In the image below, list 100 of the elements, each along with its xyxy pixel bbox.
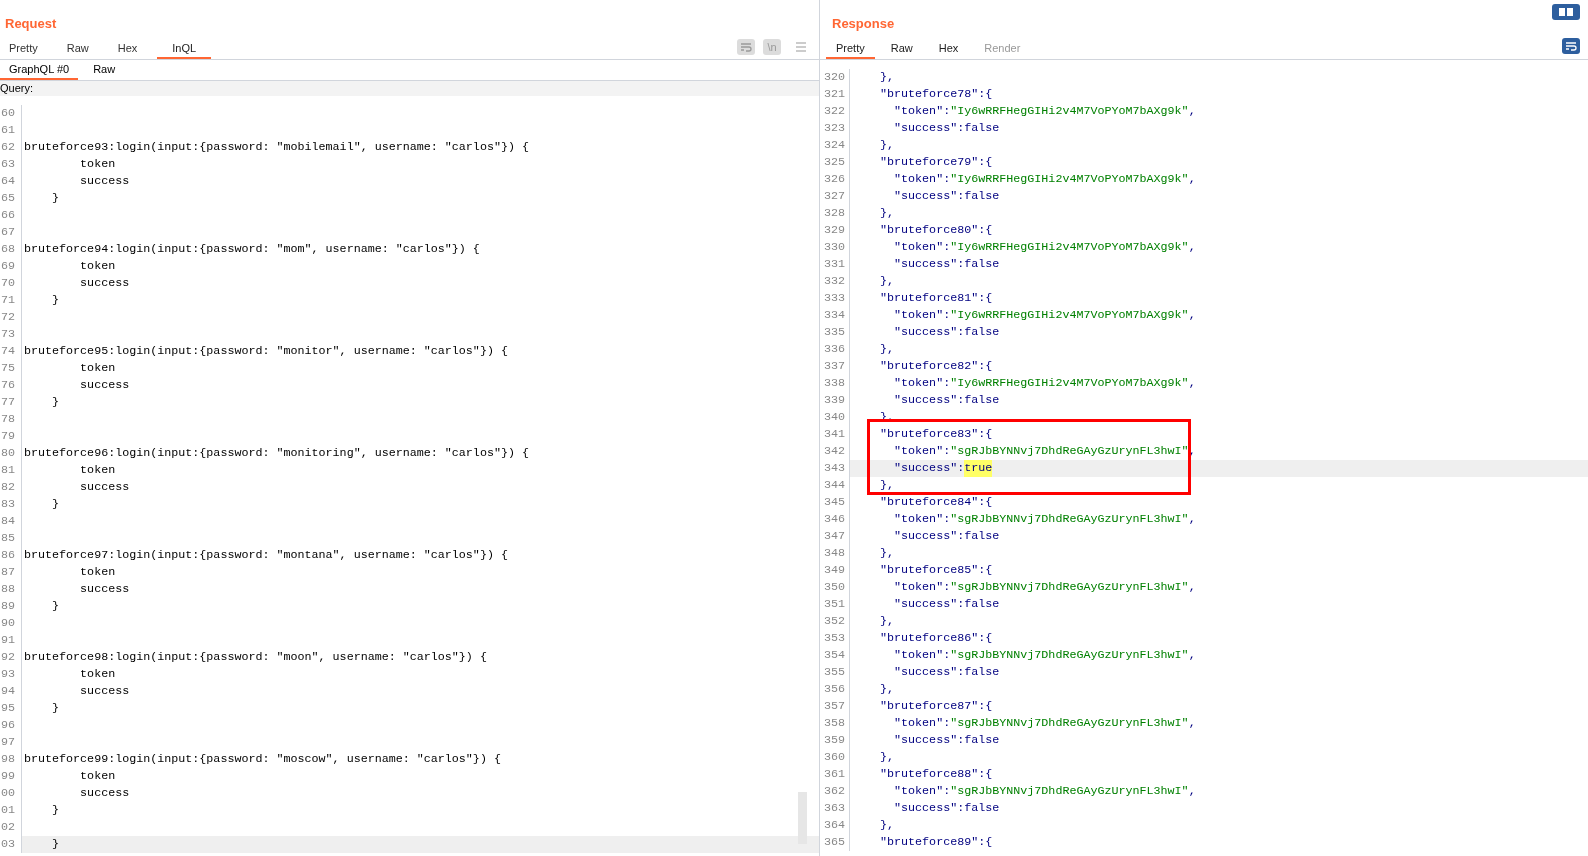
code-line: } <box>51 803 60 817</box>
json-key: "success": <box>866 460 965 477</box>
json-key: "success": <box>866 596 965 613</box>
code-line: } <box>51 395 60 409</box>
menu-icon[interactable] <box>795 42 807 52</box>
json-punctuation: }, <box>879 749 895 766</box>
json-punctuation: :{ <box>978 698 993 715</box>
line-number: 84 <box>1 514 16 528</box>
json-punctuation: :{ <box>978 834 993 851</box>
json-value: false <box>964 800 1000 817</box>
json-punctuation: , <box>1188 443 1196 460</box>
json-key: "token": <box>866 715 951 732</box>
line-number: 74 <box>1 344 16 358</box>
json-key: "token": <box>866 171 951 188</box>
line-number: 332 <box>823 274 845 288</box>
tab[interactable]: Raw <box>880 39 923 59</box>
line-number: 61 <box>1 123 16 137</box>
panel-title: Response <box>832 15 895 33</box>
json-key: "token": <box>866 239 951 256</box>
line-number: 356 <box>823 682 845 696</box>
line-number: 326 <box>823 172 845 186</box>
json-punctuation: , <box>1188 171 1196 188</box>
json-value: false <box>964 596 1000 613</box>
line-number: 76 <box>1 378 16 392</box>
json-punctuation: :{ <box>978 630 993 647</box>
json-key: "bruteforce84" <box>866 494 979 511</box>
line-number: 66 <box>1 208 16 222</box>
line-number: 78 <box>1 412 16 426</box>
json-punctuation: }, <box>879 341 895 358</box>
line-number: 322 <box>823 104 845 118</box>
line-number: 03 <box>1 837 16 851</box>
line-number: 79 <box>1 429 16 443</box>
line-number: 87 <box>1 565 16 579</box>
line-number: 337 <box>823 359 845 373</box>
json-key: "bruteforce88" <box>866 766 979 783</box>
layout-toggle-icon[interactable] <box>1552 4 1580 20</box>
json-string: "sgRJbBYNNvj7DhdReGAyGzUrynFL3hwI" <box>950 715 1189 732</box>
line-number: 320 <box>823 70 845 84</box>
json-key: "bruteforce82" <box>866 358 979 375</box>
line-number: 86 <box>1 548 16 562</box>
line-number: 80 <box>1 446 16 460</box>
line-number: 71 <box>1 293 16 307</box>
line-number: 82 <box>1 480 16 494</box>
json-key: "token": <box>866 511 951 528</box>
json-key: "bruteforce89" <box>866 834 979 851</box>
json-punctuation: :{ <box>978 86 993 103</box>
json-key: "success": <box>866 188 965 205</box>
line-number: 346 <box>823 512 845 526</box>
line-number: 72 <box>1 310 16 324</box>
tab[interactable]: Hex <box>108 39 158 59</box>
line-number: 341 <box>823 427 845 441</box>
line-number: 75 <box>1 361 16 375</box>
line-number: 96 <box>1 718 16 732</box>
json-key: "bruteforce86" <box>866 630 979 647</box>
panel-title: Request <box>5 15 57 33</box>
tab[interactable]: Raw <box>78 61 131 80</box>
json-key: "token": <box>866 443 951 460</box>
line-number: 64 <box>1 174 16 188</box>
code-line: token <box>79 667 116 681</box>
json-punctuation: :{ <box>978 562 993 579</box>
line-number: 90 <box>1 616 16 630</box>
line-number: 347 <box>823 529 845 543</box>
line-number: 345 <box>823 495 845 509</box>
line-number: 349 <box>823 563 845 577</box>
tab[interactable]: InQL <box>157 39 212 59</box>
line-number: 362 <box>823 784 845 798</box>
json-key: "bruteforce87" <box>866 698 979 715</box>
wrap-lines-icon[interactable] <box>1562 38 1580 54</box>
line-number: 60 <box>1 106 16 120</box>
tab[interactable]: Hex <box>928 39 969 59</box>
json-value: false <box>964 528 1000 545</box>
line-number: 99 <box>1 769 16 783</box>
line-number: 333 <box>823 291 845 305</box>
code-line: token <box>79 259 116 273</box>
line-number: 358 <box>823 716 845 730</box>
tab[interactable]: Pretty <box>826 39 875 59</box>
code-line: bruteforce94:login(input:{password: "mom", username: "carlos"}) { <box>24 242 480 256</box>
scrollbar-thumb[interactable] <box>798 792 807 844</box>
line-number: 353 <box>823 631 845 645</box>
json-punctuation: , <box>1188 783 1196 800</box>
json-key: "bruteforce81" <box>866 290 979 307</box>
json-punctuation: }, <box>879 273 895 290</box>
line-number: 68 <box>1 242 16 256</box>
tab[interactable]: Raw <box>57 39 109 59</box>
line-number: 359 <box>823 733 845 747</box>
tab[interactable]: Pretty <box>0 39 58 59</box>
line-number: 338 <box>823 376 845 390</box>
json-value: false <box>964 256 1000 273</box>
json-key: "token": <box>866 647 951 664</box>
json-value: false <box>964 120 1000 137</box>
line-number: 329 <box>823 223 845 237</box>
line-number: 330 <box>823 240 845 254</box>
json-punctuation: }, <box>879 613 895 630</box>
line-number: 70 <box>1 276 16 290</box>
json-punctuation: :{ <box>978 154 993 171</box>
code-line: success <box>79 174 130 188</box>
code-line: token <box>79 361 116 375</box>
code-line: bruteforce95:login(input:{password: "monitor", username: "carlos"}) { <box>24 344 508 358</box>
line-number: 93 <box>1 667 16 681</box>
json-string: "Iy6wRRFHegGIHi2v4M7VoPYoM7bAXg9k" <box>950 307 1189 324</box>
